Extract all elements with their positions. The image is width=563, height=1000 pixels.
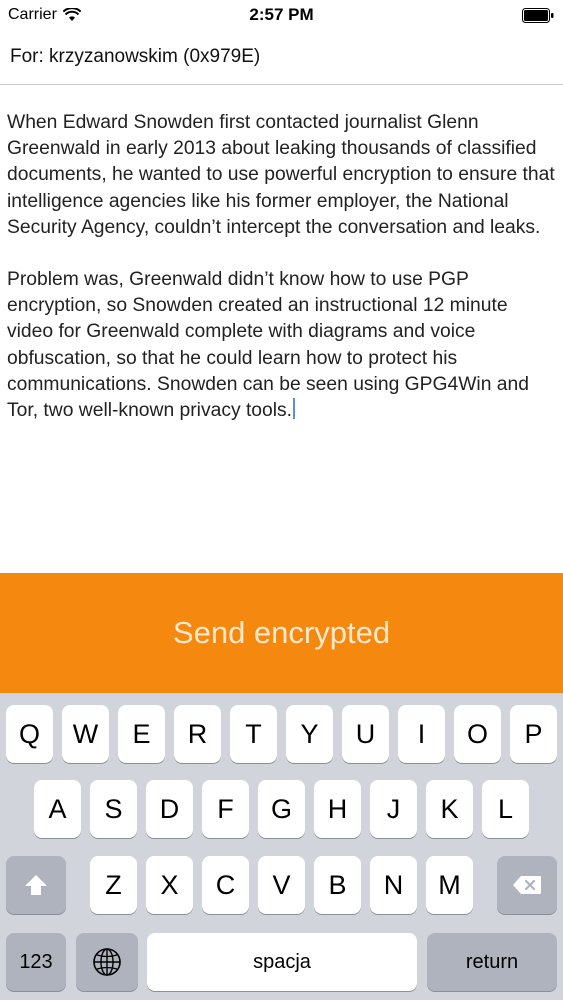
key-z[interactable]: Z bbox=[90, 856, 137, 914]
key-m[interactable]: M bbox=[426, 856, 473, 914]
shift-arrow-icon bbox=[25, 875, 47, 895]
send-encrypted-button[interactable]: Send encrypted bbox=[0, 573, 563, 693]
key-l[interactable]: L bbox=[482, 780, 529, 838]
backspace-icon bbox=[513, 876, 541, 894]
message-paragraph: Problem was, Greenwald didn’t know how t… bbox=[7, 267, 555, 424]
key-j[interactable]: J bbox=[370, 780, 417, 838]
key-i[interactable]: I bbox=[398, 705, 445, 763]
delete-key[interactable] bbox=[497, 856, 557, 914]
key-n[interactable]: N bbox=[370, 856, 417, 914]
recipient-label: For: krzyzanowskim (0x979E) bbox=[10, 46, 261, 67]
key-g[interactable]: G bbox=[258, 780, 305, 838]
key-e[interactable]: E bbox=[118, 705, 165, 763]
key-f[interactable]: F bbox=[202, 780, 249, 838]
key-r[interactable]: R bbox=[174, 705, 221, 763]
numbers-key[interactable]: 123 bbox=[6, 933, 66, 991]
battery-icon bbox=[522, 8, 554, 23]
key-c[interactable]: C bbox=[202, 856, 249, 914]
key-o[interactable]: O bbox=[454, 705, 501, 763]
space-key[interactable]: spacja bbox=[147, 933, 417, 991]
key-a[interactable]: A bbox=[34, 780, 81, 838]
key-w[interactable]: W bbox=[62, 705, 109, 763]
key-h[interactable]: H bbox=[314, 780, 361, 838]
key-q[interactable]: Q bbox=[6, 705, 53, 763]
key-b[interactable]: B bbox=[314, 856, 361, 914]
text-caret bbox=[293, 398, 296, 420]
key-s[interactable]: S bbox=[90, 780, 137, 838]
globe-key[interactable] bbox=[76, 933, 138, 991]
key-y[interactable]: Y bbox=[286, 705, 333, 763]
return-key[interactable]: return bbox=[427, 933, 557, 991]
key-v[interactable]: V bbox=[258, 856, 305, 914]
key-u[interactable]: U bbox=[342, 705, 389, 763]
message-paragraph: When Edward Snowden first contacted jour… bbox=[7, 112, 555, 238]
shift-key[interactable] bbox=[6, 856, 66, 914]
key-t[interactable]: T bbox=[230, 705, 277, 763]
globe-icon bbox=[93, 948, 121, 976]
keyboard: Q W E R T Y U I O P A S D F G H J K L Z … bbox=[0, 693, 563, 1000]
key-x[interactable]: X bbox=[146, 856, 193, 914]
status-bar: Carrier 2:57 PM bbox=[0, 0, 563, 32]
key-d[interactable]: D bbox=[146, 780, 193, 838]
key-p[interactable]: P bbox=[510, 705, 557, 763]
recipient-header: For: krzyzanowskim (0x979E) bbox=[0, 32, 563, 85]
message-paragraph-text: Problem was, Greenwald didn’t know how t… bbox=[7, 269, 529, 422]
clock: 2:57 PM bbox=[249, 5, 314, 24]
key-k[interactable]: K bbox=[426, 780, 473, 838]
message-text-area[interactable]: When Edward Snowden first contacted jour… bbox=[7, 110, 555, 560]
